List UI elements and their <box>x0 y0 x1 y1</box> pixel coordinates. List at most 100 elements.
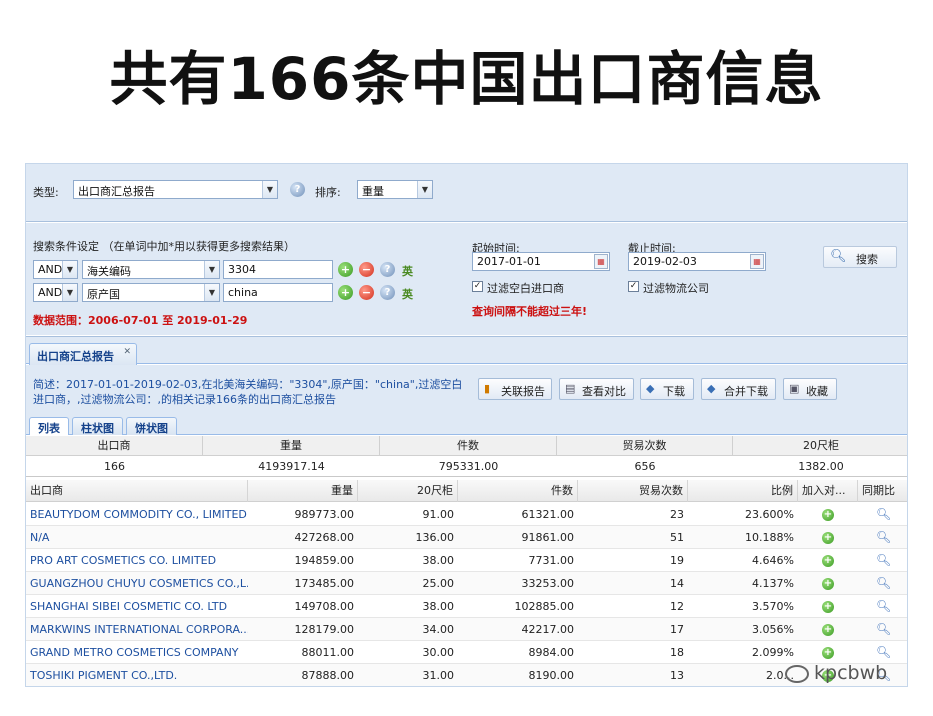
ratio-cell: 23.600% <box>745 508 794 521</box>
help-icon[interactable]: ? <box>290 182 305 197</box>
document-icon: ▤ <box>565 382 576 395</box>
button-label: 收藏 <box>806 385 828 398</box>
value-input-1[interactable]: 3304 <box>223 260 333 279</box>
field-select-2[interactable]: 原产国 ▼ <box>82 283 220 302</box>
teu-cell: 34.00 <box>422 623 455 636</box>
trades-cell: 51 <box>670 531 684 544</box>
remove-row-icon[interactable]: − <box>359 285 374 300</box>
tab-list[interactable]: 列表 <box>29 417 69 435</box>
search-icon[interactable]: 🔍︎ <box>876 576 891 590</box>
add-compare-icon[interactable]: + <box>822 532 834 544</box>
calendar-icon[interactable]: ▦ <box>594 254 608 269</box>
search-icon[interactable]: 🔍︎ <box>876 553 891 567</box>
logic-select-1[interactable]: AND ▼ <box>33 260 78 279</box>
criteria-label: 搜索条件设定 （在单词中加*用以获得更多搜索结果） <box>33 240 295 253</box>
watermark-text: kpcbwb <box>814 662 888 684</box>
search-icon[interactable]: 🔍︎ <box>876 599 891 613</box>
field-value: 原产国 <box>87 288 120 301</box>
col-ratio[interactable]: 比例 <box>688 480 798 502</box>
add-compare-icon[interactable]: + <box>822 578 834 590</box>
start-date-input[interactable]: 2017-01-01 ▦ <box>472 252 610 271</box>
help-icon[interactable]: ? <box>380 262 395 277</box>
download-button[interactable]: ◆ 下载 <box>640 378 694 400</box>
grid-header: 出口商 重量 20尺柜 件数 贸易次数 比例 加入对... 同期比 <box>26 480 907 502</box>
search-icon[interactable]: 🔍︎ <box>876 530 891 544</box>
col-teu[interactable]: 20尺柜 <box>358 480 458 502</box>
slide-title: 共有166条中国出口商信息 <box>109 45 824 113</box>
filter-importer-checkbox[interactable]: ✓ <box>472 281 483 292</box>
table-row[interactable]: GUANGZHOU CHUYU COSMETICS CO.,L... 173485… <box>26 572 907 595</box>
pieces-cell: 61321.00 <box>521 508 575 521</box>
search-icon[interactable]: 🔍︎ <box>876 645 891 659</box>
remove-row-icon[interactable]: − <box>359 262 374 277</box>
logic-select-2[interactable]: AND ▼ <box>33 283 78 302</box>
table-row[interactable]: N/A 427268.00 136.00 91861.00 51 10.188% + 🔍︎ <box>26 526 907 549</box>
table-row[interactable]: MARKWINS INTERNATIONAL CORPORA... 128179.… <box>26 618 907 641</box>
exporter-name[interactable]: MARKWINS INTERNATIONAL CORPORA... <box>26 618 248 641</box>
pieces-cell: 8190.00 <box>528 669 575 682</box>
tab-bar-chart[interactable]: 柱状图 <box>72 417 123 435</box>
col-trades[interactable]: 贸易次数 <box>578 480 688 502</box>
pieces-cell: 8984.00 <box>528 646 575 659</box>
col-add-compare[interactable]: 加入对... <box>798 480 858 502</box>
add-row-icon[interactable]: + <box>338 285 353 300</box>
exporter-name[interactable]: N/A <box>26 526 248 549</box>
pieces-cell: 7731.00 <box>528 554 575 567</box>
english-toggle[interactable]: 英 <box>402 286 413 302</box>
favorite-button[interactable]: ▣ 收藏 <box>783 378 837 400</box>
close-icon[interactable]: ✕ <box>123 347 131 357</box>
english-toggle[interactable]: 英 <box>402 263 413 279</box>
search-icon[interactable]: 🔍︎ <box>876 622 891 636</box>
table-row[interactable]: PRO ART COSMETICS CO. LIMITED 194859.00 38… <box>26 549 907 572</box>
related-report-button[interactable]: ▮ 关联报告 <box>478 378 552 400</box>
tab-exporter-summary[interactable]: 出口商汇总报告 ✕ <box>29 343 137 365</box>
calendar-icon[interactable]: ▦ <box>750 254 764 269</box>
compare-button[interactable]: ▤ 查看对比 <box>559 378 634 400</box>
table-row[interactable]: BEAUTYDOM COMMODITY CO., LIMITED 989773.0… <box>26 503 907 526</box>
weight-cell: 87888.00 <box>301 669 355 682</box>
value-input-2[interactable]: china <box>223 283 333 302</box>
total-exporters: 166 <box>104 460 125 473</box>
teu-cell: 38.00 <box>422 600 455 613</box>
col-yoy[interactable]: 同期比 <box>858 480 907 502</box>
table-row[interactable]: GRAND METRO COSMETICS COMPANY 88011.00 30.… <box>26 641 907 664</box>
sort-select[interactable]: 重量 ▼ <box>357 180 433 199</box>
trades-cell: 18 <box>670 646 684 659</box>
exporter-name[interactable]: BEAUTYDOM COMMODITY CO., LIMITED <box>26 503 248 526</box>
summary-text: 简述：2017-01-01-2019-02-03,在北美海关编码："3304",… <box>33 378 463 406</box>
table-row[interactable]: SHANGHAI SIBEI COSMETIC CO. LTD 149708.00… <box>26 595 907 618</box>
total-weight: 4193917.14 <box>258 460 325 473</box>
help-icon[interactable]: ? <box>380 285 395 300</box>
type-select[interactable]: 出口商汇总报告 ▼ <box>73 180 278 199</box>
exporter-name[interactable]: SHANGHAI SIBEI COSMETIC CO. LTD <box>26 595 248 618</box>
exporter-name[interactable]: GRAND METRO COSMETICS COMPANY <box>26 641 248 664</box>
search-icon: 🔍︎ <box>830 249 847 264</box>
filter-logistics-checkbox[interactable]: ✓ <box>628 281 639 292</box>
chart-icon: ▮ <box>484 382 491 395</box>
trades-cell: 23 <box>670 508 684 521</box>
col-exporter[interactable]: 出口商 <box>26 480 248 502</box>
totals-header: 出口商 重量 件数 贸易次数 20尺柜 <box>26 436 907 456</box>
tab-pie-chart[interactable]: 饼状图 <box>126 417 177 435</box>
trades-cell: 12 <box>670 600 684 613</box>
add-compare-icon[interactable]: + <box>822 647 834 659</box>
exporter-name[interactable]: PRO ART COSMETICS CO. LIMITED <box>26 549 248 572</box>
add-compare-icon[interactable]: + <box>822 509 834 521</box>
exporter-name[interactable]: GUANGZHOU CHUYU COSMETICS CO.,L... <box>26 572 248 595</box>
add-row-icon[interactable]: + <box>338 262 353 277</box>
search-icon[interactable]: 🔍︎ <box>876 507 891 521</box>
add-compare-icon[interactable]: + <box>822 555 834 567</box>
end-date-input[interactable]: 2019-02-03 ▦ <box>628 252 766 271</box>
button-label: 下载 <box>663 385 685 398</box>
search-button[interactable]: 🔍︎ 搜索 <box>823 246 897 268</box>
table-row[interactable]: TOSHIKI PIGMENT CO.,LTD. 87888.00 31.00 819… <box>26 664 907 686</box>
sort-select-value: 重量 <box>362 185 384 198</box>
add-compare-icon[interactable]: + <box>822 601 834 613</box>
add-compare-icon[interactable]: + <box>822 624 834 636</box>
pieces-cell: 102885.00 <box>514 600 575 613</box>
merge-download-button[interactable]: ◆ 合并下载 <box>701 378 776 400</box>
field-select-1[interactable]: 海关编码 ▼ <box>82 260 220 279</box>
col-weight[interactable]: 重量 <box>248 480 358 502</box>
exporter-name[interactable]: TOSHIKI PIGMENT CO.,LTD. <box>26 664 248 686</box>
col-pieces[interactable]: 件数 <box>458 480 578 502</box>
